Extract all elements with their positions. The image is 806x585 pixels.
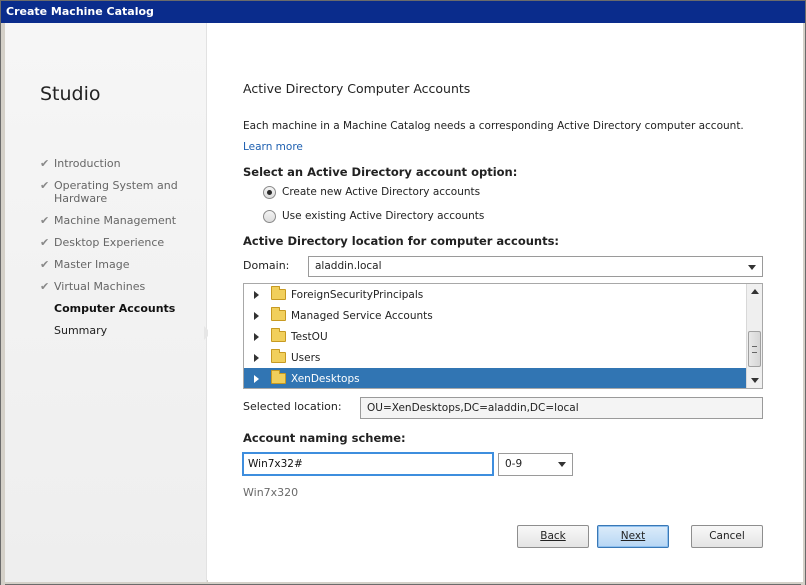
step-label: Machine Management xyxy=(54,214,177,227)
naming-preview: Win7x320 xyxy=(243,486,299,499)
folder-icon xyxy=(271,307,286,321)
scroll-thumb[interactable] xyxy=(748,331,761,367)
chevron-down-icon xyxy=(748,265,756,270)
naming-type-dropdown[interactable]: 0-9 xyxy=(498,453,573,476)
step-desktop-experience[interactable]: ✔ Desktop Experience xyxy=(40,236,205,249)
naming-scheme-input[interactable] xyxy=(242,452,494,476)
wizard-sidebar: Studio ✔ Introduction ✔ Operating System… xyxy=(5,23,211,582)
next-button-label: Next xyxy=(620,530,646,542)
step-label: Introduction xyxy=(54,157,121,170)
folder-icon xyxy=(271,370,286,384)
wizard-steps: ✔ Introduction ✔ Operating System and Ha… xyxy=(40,157,205,346)
checkmark-icon: ✔ xyxy=(40,179,50,192)
step-label: Operating System and Hardware xyxy=(54,179,178,205)
cancel-button[interactable]: Cancel xyxy=(691,525,763,548)
step-label: Computer Accounts xyxy=(54,302,176,315)
selected-location-field: OU=XenDesktops,DC=aladdin,DC=local xyxy=(360,397,763,419)
scroll-down-icon[interactable] xyxy=(747,373,762,388)
step-master-image[interactable]: ✔ Master Image xyxy=(40,258,205,271)
tree-item-foreignsecurityprincipals[interactable]: ForeignSecurityPrincipals xyxy=(244,284,746,305)
expand-arrow-icon[interactable] xyxy=(254,374,259,383)
step-introduction[interactable]: ✔ Introduction xyxy=(40,157,205,170)
folder-icon xyxy=(271,328,286,342)
page-description: Each machine in a Machine Catalog needs … xyxy=(243,120,744,132)
tree-item-managed-service-accounts[interactable]: Managed Service Accounts xyxy=(244,305,746,326)
location-heading: Active Directory location for computer a… xyxy=(243,234,560,248)
tree-scrollbar[interactable] xyxy=(746,284,762,388)
naming-type-value: 0-9 xyxy=(505,458,523,470)
checkmark-icon: ✔ xyxy=(40,280,50,293)
checkmark-icon: ✔ xyxy=(40,157,50,170)
tree-item-label: TestOU xyxy=(291,330,328,343)
wizard-content: Active Directory Computer Accounts Each … xyxy=(208,23,803,582)
tree-item-users[interactable]: Users xyxy=(244,347,746,368)
learn-more-link[interactable]: Learn more xyxy=(243,141,303,153)
step-machine-management[interactable]: ✔ Machine Management xyxy=(40,214,205,227)
checkmark-icon: ✔ xyxy=(40,258,50,271)
scroll-up-icon[interactable] xyxy=(747,284,762,299)
step-virtual-machines[interactable]: ✔ Virtual Machines xyxy=(40,280,205,293)
folder-icon xyxy=(271,286,286,300)
step-label: Virtual Machines xyxy=(54,280,146,293)
option-create-new[interactable]: Create new Active Directory accounts xyxy=(263,184,480,200)
naming-scheme-heading: Account naming scheme: xyxy=(243,431,406,445)
back-button-label: Back xyxy=(540,530,566,542)
checkmark-icon: ✔ xyxy=(40,236,50,249)
tree-item-label: ForeignSecurityPrincipals xyxy=(291,288,424,301)
folder-icon xyxy=(271,349,286,363)
domain-value: aladdin.local xyxy=(315,260,382,272)
selected-location-label: Selected location: xyxy=(243,400,342,413)
step-operating-system-hardware[interactable]: ✔ Operating System and Hardware xyxy=(40,179,205,205)
step-summary[interactable]: Summary xyxy=(40,324,205,337)
radio-label: Create new Active Directory accounts xyxy=(282,186,481,198)
domain-dropdown[interactable]: aladdin.local xyxy=(308,256,763,277)
tree-item-label: Users xyxy=(291,351,321,364)
page-title: Active Directory Computer Accounts xyxy=(243,81,471,96)
tree-item-testou[interactable]: TestOU xyxy=(244,326,746,347)
studio-brand: Studio xyxy=(40,83,101,105)
radio-button[interactable] xyxy=(263,209,276,223)
step-label: Desktop Experience xyxy=(54,236,165,249)
tree-item-label: Managed Service Accounts xyxy=(291,309,433,322)
expand-arrow-icon[interactable] xyxy=(254,332,259,341)
tree-item-xendesktops[interactable]: XenDesktops xyxy=(244,368,746,388)
next-button[interactable]: Next xyxy=(597,525,669,548)
radio-button-checked[interactable] xyxy=(263,185,276,199)
cancel-button-label: Cancel xyxy=(709,530,745,542)
step-label: Master Image xyxy=(54,258,130,271)
window-title: Create Machine Catalog xyxy=(1,1,805,23)
radio-label: Use existing Active Directory accounts xyxy=(282,210,485,222)
step-computer-accounts[interactable]: Computer Accounts xyxy=(40,302,205,315)
wizard-window: Create Machine Catalog Studio ✔ Introduc… xyxy=(0,0,806,585)
expand-arrow-icon[interactable] xyxy=(254,290,259,299)
back-button[interactable]: Back xyxy=(517,525,589,548)
ou-tree[interactable]: ForeignSecurityPrincipals Managed Servic… xyxy=(243,283,763,389)
expand-arrow-icon[interactable] xyxy=(254,353,259,362)
account-option-heading: Select an Active Directory account optio… xyxy=(243,165,518,179)
expand-arrow-icon[interactable] xyxy=(254,311,259,320)
tree-item-label: XenDesktops xyxy=(291,372,360,385)
option-use-existing[interactable]: Use existing Active Directory accounts xyxy=(263,208,484,224)
step-label: Summary xyxy=(54,324,108,337)
domain-label: Domain: xyxy=(243,259,290,272)
checkmark-icon: ✔ xyxy=(40,214,50,227)
chevron-down-icon xyxy=(558,462,566,467)
